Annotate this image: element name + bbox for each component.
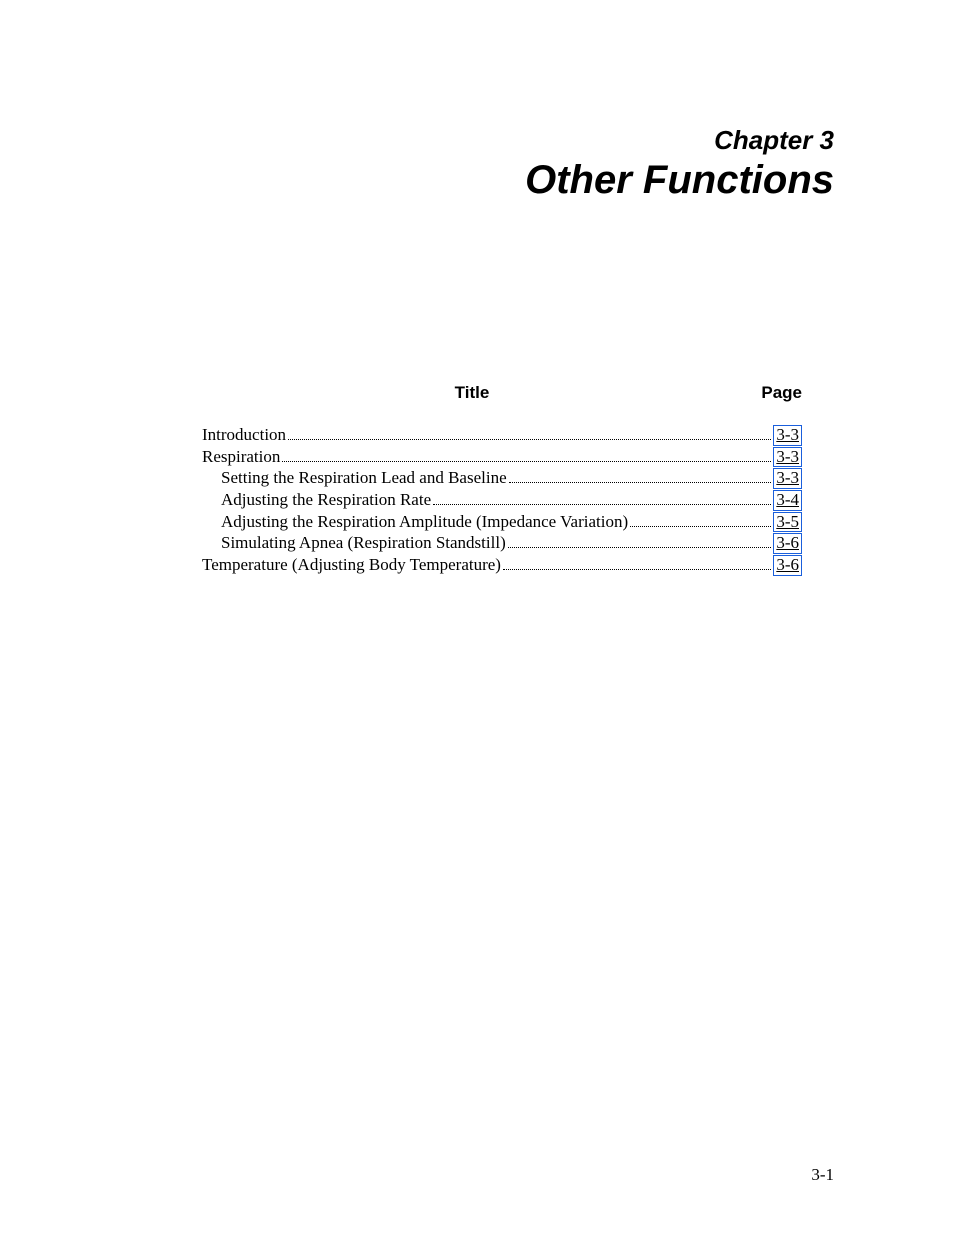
toc-entry: Setting the Respiration Lead and Baselin… [202,468,802,489]
toc-leader-dots [630,526,771,527]
toc-leader-dots [508,547,772,548]
document-page: Chapter 3 Other Functions Title Page Int… [0,0,954,1235]
toc-page-link[interactable]: 3-3 [773,425,802,446]
toc-leader-dots [288,439,771,440]
toc-headers: Title Page [202,383,802,403]
toc-entry-title: Temperature (Adjusting Body Temperature) [202,555,501,575]
toc-entry-title: Setting the Respiration Lead and Baselin… [221,468,507,488]
toc-entry: Simulating Apnea (Respiration Standstill… [202,533,802,554]
toc-header-page: Page [742,383,802,403]
toc-page-link[interactable]: 3-5 [773,512,802,533]
toc-entry-title: Adjusting the Respiration Amplitude (Imp… [221,512,628,532]
toc-entry-title: Respiration [202,447,280,467]
toc-leader-dots [509,482,772,483]
toc-header-title: Title [202,383,742,403]
toc-page-link[interactable]: 3-3 [773,447,802,468]
page-number: 3-1 [811,1165,834,1185]
toc-leader-dots [503,569,771,570]
toc-page-link[interactable]: 3-3 [773,468,802,489]
toc-entry: Adjusting the Respiration Amplitude (Imp… [202,512,802,533]
toc-entry-title: Adjusting the Respiration Rate [221,490,431,510]
chapter-header: Chapter 3 Other Functions [120,125,834,203]
toc-page-link[interactable]: 3-4 [773,490,802,511]
toc-entry: Temperature (Adjusting Body Temperature)… [202,555,802,576]
toc-list: Introduction 3-3 Respiration 3-3 Setting the… [202,425,802,576]
toc-entry-title: Introduction [202,425,286,445]
toc-entry-title: Simulating Apnea (Respiration Standstill… [221,533,506,553]
toc-entry: Adjusting the Respiration Rate 3-4 [202,490,802,511]
toc-leader-dots [282,461,771,462]
toc-leader-dots [433,504,771,505]
chapter-title: Other Functions [120,158,834,203]
toc-entry: Introduction 3-3 [202,425,802,446]
toc-entry: Respiration 3-3 [202,447,802,468]
toc-page-link[interactable]: 3-6 [773,533,802,554]
chapter-label: Chapter 3 [120,125,834,156]
table-of-contents: Title Page Introduction 3-3 Respiration 3-3… [202,383,802,576]
toc-page-link[interactable]: 3-6 [773,555,802,576]
